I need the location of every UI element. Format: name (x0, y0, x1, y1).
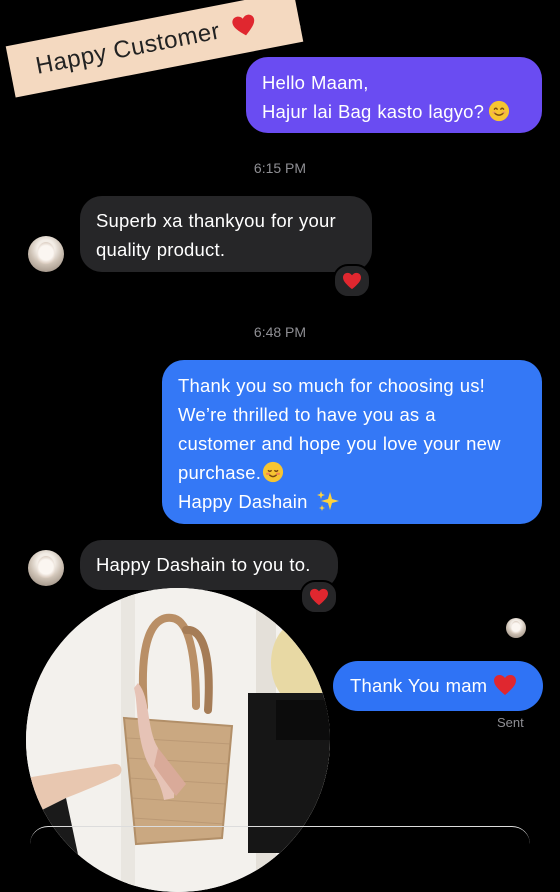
timestamp: 6:15 PM (253, 160, 307, 176)
message-line: Thank You mam (350, 671, 527, 700)
message-line: Hajur lai Bag kasto lagyo? (262, 97, 526, 126)
message-bubble-incoming[interactable]: Superb xa thankyou for your quality prod… (80, 196, 372, 272)
avatar[interactable] (28, 236, 64, 272)
message-line: customer and hope you love your new (178, 433, 501, 454)
sticker-text: Happy Customer (33, 17, 223, 80)
message-line: Hello Maam, (262, 72, 369, 93)
blushing-face-icon (262, 461, 284, 483)
message-line: Superb xa thankyou for your (96, 210, 336, 231)
message-bubble-outgoing[interactable]: Thank you so much for choosing us! We’re… (162, 360, 542, 524)
message-bubble-outgoing[interactable]: Thank You mam (333, 661, 543, 711)
heart-icon (232, 14, 255, 36)
sparkles-icon (316, 491, 339, 511)
reaction-badge[interactable] (333, 264, 371, 298)
message-line: Happy Dashain (178, 487, 526, 516)
timestamp: 6:48 PM (253, 324, 307, 340)
heart-icon (494, 675, 517, 695)
heart-icon (310, 588, 328, 606)
message-bubble-outgoing[interactable]: Hello Maam, Hajur lai Bag kasto lagyo? (246, 57, 542, 133)
sent-status: Sent (497, 715, 524, 730)
heart-icon (343, 272, 361, 290)
message-line: quality product. (96, 239, 226, 260)
avatar[interactable] (28, 550, 64, 586)
message-line: We’re thrilled to have you as a (178, 404, 436, 425)
smiling-face-icon (489, 100, 510, 122)
message-line: Thank you so much for choosing us! (178, 375, 485, 396)
message-line: purchase. (178, 458, 526, 487)
message-input-bar[interactable] (30, 826, 530, 847)
message-bubble-incoming[interactable]: Happy Dashain to you to. (80, 540, 338, 590)
reaction-badge[interactable] (300, 580, 338, 614)
message-line: Happy Dashain to you to. (96, 554, 311, 575)
read-receipt-avatar (506, 618, 526, 638)
